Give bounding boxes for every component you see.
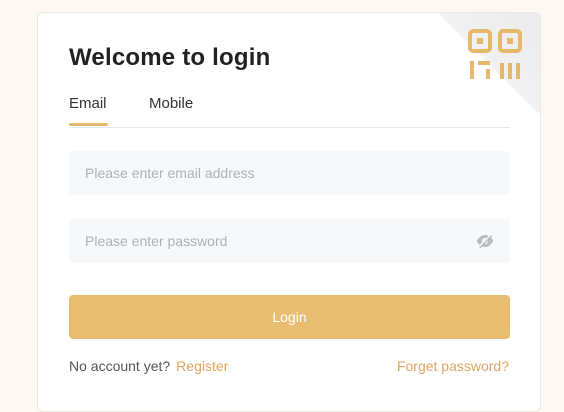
active-tab-indicator [69,123,108,126]
login-button[interactable]: Login [69,295,510,339]
forget-password-link[interactable]: Forget password? [397,358,509,374]
email-field-container [69,151,510,195]
password-field-container [69,219,510,263]
login-card: Welcome to login Email Mobile Login No a… [37,12,541,412]
page-title: Welcome to login [69,44,271,71]
eye-hidden-icon[interactable] [476,232,494,250]
register-link[interactable]: Register [176,358,228,374]
no-account-text: No account yet? [69,358,171,374]
password-input[interactable] [69,219,510,263]
register-prompt: No account yet? Register [69,358,228,374]
qr-code-icon [468,29,522,79]
tab-mobile[interactable]: Mobile [149,95,193,127]
email-input[interactable] [69,151,510,195]
login-tabs: Email Mobile [69,95,510,128]
